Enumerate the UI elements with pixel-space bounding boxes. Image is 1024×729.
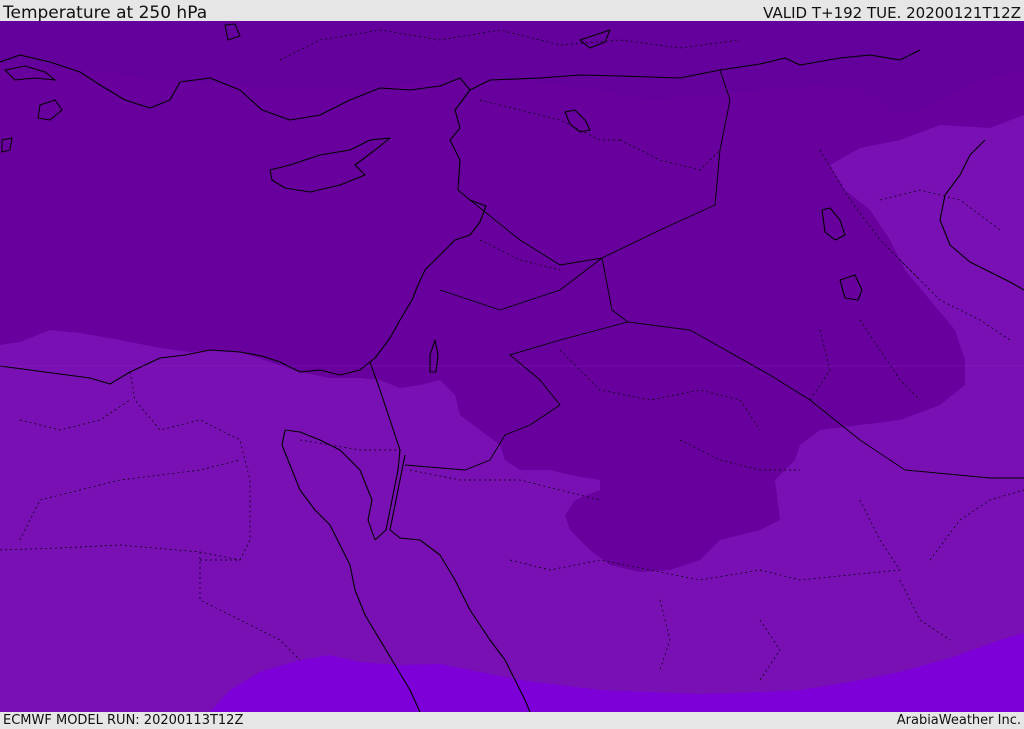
- chart-title: Temperature at 250 hPa: [3, 3, 208, 23]
- valid-time-label: VALID T+192 TUE. 20200121T12Z: [763, 4, 1021, 22]
- header-bar: Temperature at 250 hPa VALID T+192 TUE. …: [0, 0, 1024, 23]
- temperature-map[interactable]: [0, 21, 1024, 712]
- credit-label: ArabiaWeather Inc.: [896, 713, 1021, 728]
- model-run-label: ECMWF MODEL RUN: 20200113T12Z: [3, 713, 244, 728]
- footer-bar: ECMWF MODEL RUN: 20200113T12Z ArabiaWeat…: [0, 712, 1024, 729]
- map-canvas: [0, 21, 1024, 712]
